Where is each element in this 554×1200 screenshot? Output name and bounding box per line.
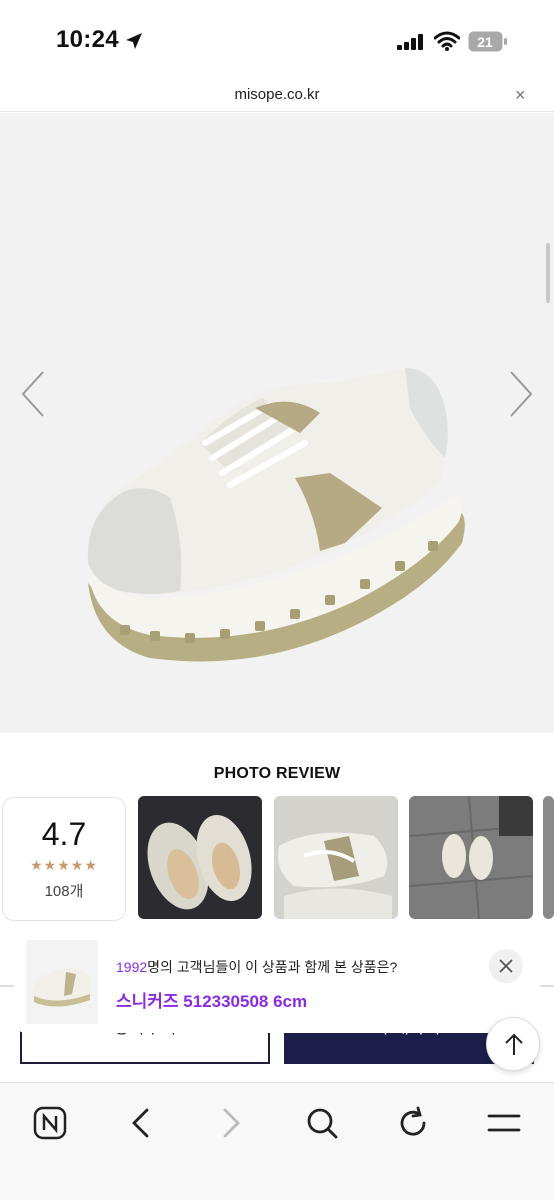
product-image-carousel[interactable] xyxy=(0,113,554,733)
status-bar: 10:24 21 xyxy=(0,0,554,82)
status-time: 10:24 xyxy=(56,26,119,53)
menu-icon[interactable] xyxy=(484,1103,524,1143)
chevron-left-icon[interactable] xyxy=(20,370,46,418)
reload-icon[interactable] xyxy=(393,1103,433,1143)
review-photo-1[interactable] xyxy=(138,796,262,919)
url-text[interactable]: misope.co.kr xyxy=(0,86,554,103)
recommended-product-image[interactable] xyxy=(26,940,98,1024)
photo-review-title: PHOTO REVIEW xyxy=(213,765,341,782)
rating-value: 4.7 xyxy=(41,816,87,852)
rating-summary-card[interactable]: 4.7 ★★★★★ 108개 xyxy=(2,797,126,921)
review-photo-image xyxy=(274,796,398,919)
sneaker-product-image xyxy=(87,368,465,662)
wifi-icon xyxy=(434,31,460,51)
close-icon[interactable]: × xyxy=(515,86,526,104)
review-photo-2[interactable] xyxy=(274,796,398,919)
battery-level: 21 xyxy=(477,34,493,50)
close-icon xyxy=(499,959,513,973)
naver-n-icon[interactable] xyxy=(30,1103,70,1143)
viewer-count: 1992 xyxy=(116,959,148,975)
recommendation-text: 1992명의 고객님들이 이 상품과 함께 본 상품은? xyxy=(116,957,397,977)
star-rating-icon: ★★★★★ xyxy=(30,857,98,873)
arrow-up-icon xyxy=(505,1033,523,1055)
review-photo-image xyxy=(409,796,533,919)
recommendation-message: 명의 고객님들이 이 상품과 함께 본 상품은? xyxy=(147,959,398,975)
review-photo-image xyxy=(543,796,554,919)
scrollbar[interactable] xyxy=(546,243,550,303)
url-bar[interactable]: misope.co.kr × xyxy=(0,82,554,112)
review-count: 108개 xyxy=(44,883,84,900)
forward-icon[interactable] xyxy=(211,1103,251,1143)
search-icon[interactable] xyxy=(302,1103,342,1143)
review-photo-4[interactable] xyxy=(543,796,554,919)
scroll-to-top-button[interactable] xyxy=(486,1017,540,1071)
chevron-right-icon[interactable] xyxy=(508,370,534,418)
close-popup-button[interactable] xyxy=(489,949,523,983)
signal-icon xyxy=(397,34,423,50)
location-arrow-icon xyxy=(126,33,142,49)
battery-icon: 21 xyxy=(468,31,507,52)
review-photo-3[interactable] xyxy=(409,796,533,919)
back-icon[interactable] xyxy=(121,1103,161,1143)
review-photo-image xyxy=(138,796,262,919)
recommended-product-name[interactable]: 스니커즈 512330508 6cm xyxy=(116,987,307,1012)
browser-toolbar xyxy=(0,1082,554,1200)
